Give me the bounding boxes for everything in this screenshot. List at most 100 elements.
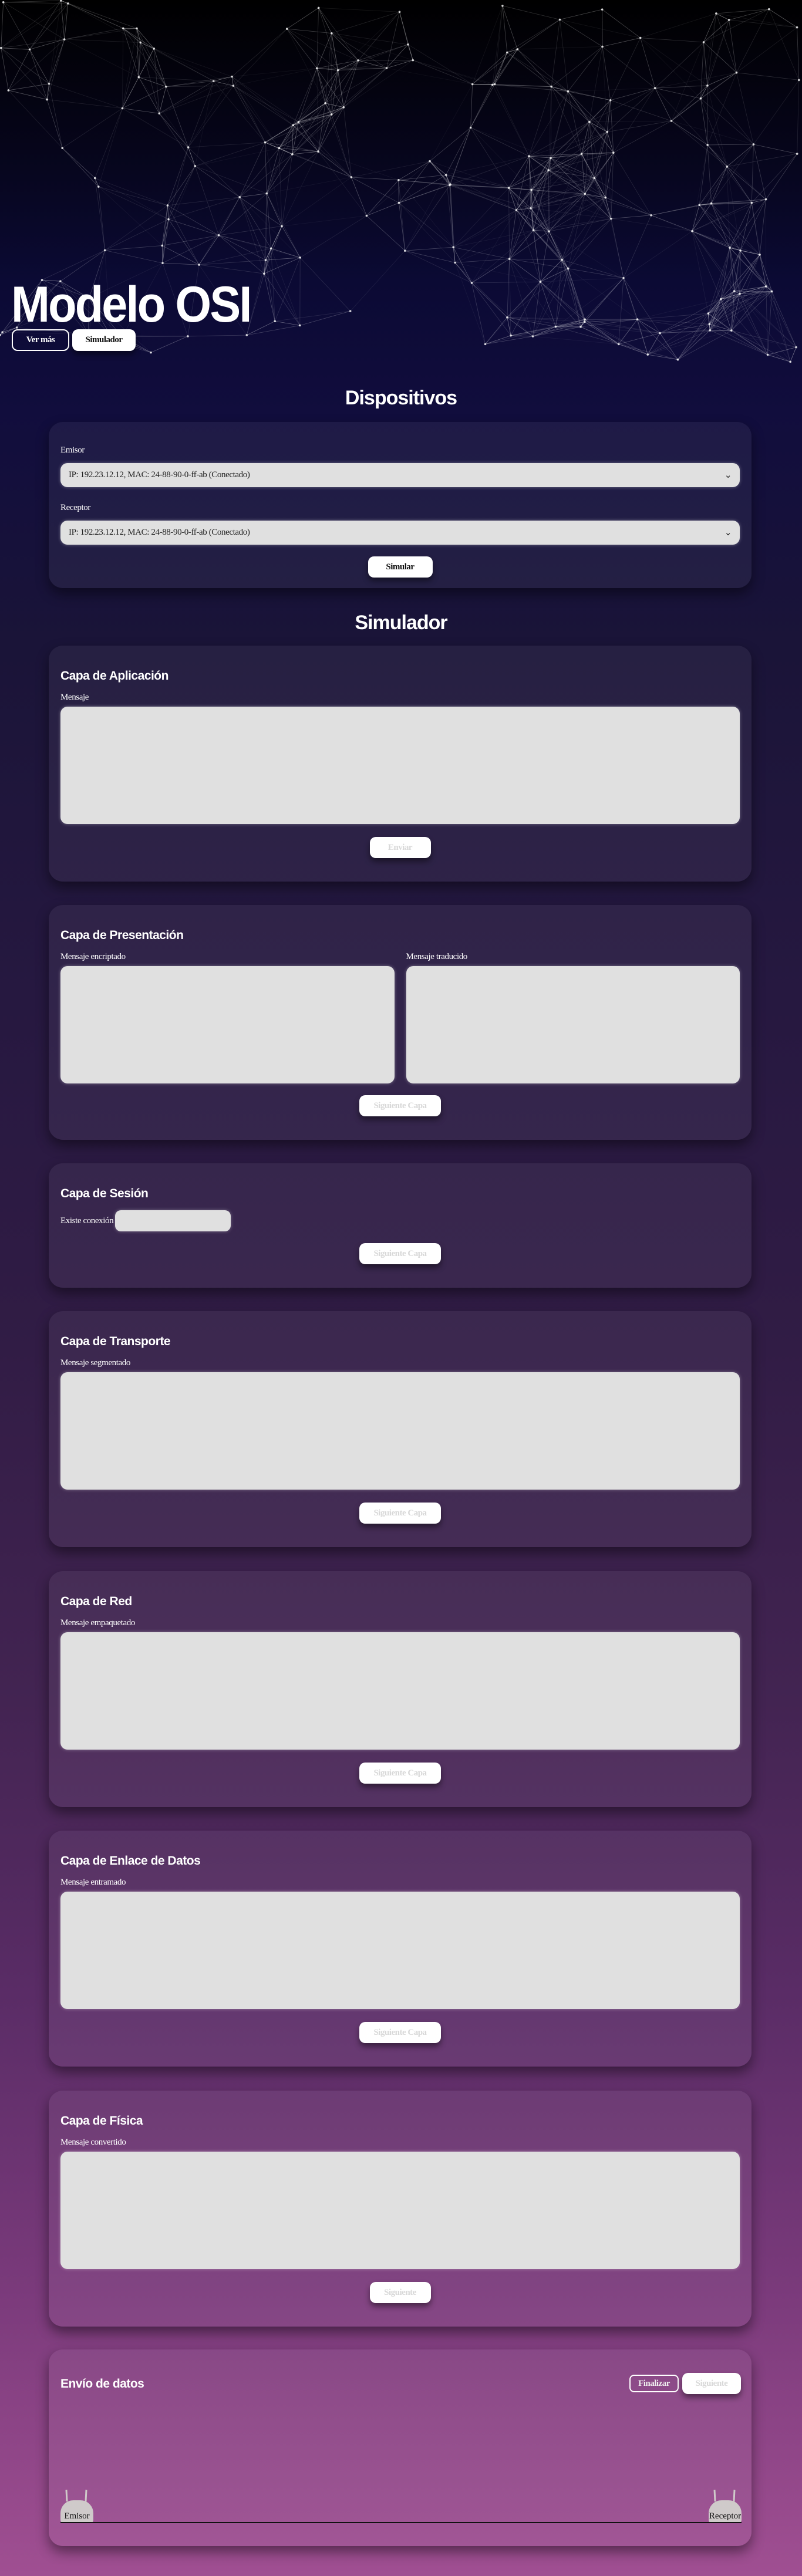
next-layer-button[interactable]: Siguiente Capa	[359, 2022, 441, 2043]
network-line	[637, 319, 710, 331]
network-line	[509, 258, 533, 337]
network-line	[568, 194, 585, 269]
network-line	[195, 166, 267, 194]
network-line	[699, 199, 766, 205]
network-line	[611, 215, 652, 220]
packaged-message-field[interactable]	[60, 1632, 740, 1750]
network-node	[584, 318, 586, 321]
network-line	[351, 177, 367, 216]
chevron-down-icon: ⌄	[724, 471, 732, 480]
network-line	[318, 114, 332, 152]
network-line	[29, 49, 49, 84]
network-node	[28, 48, 31, 51]
network-node	[691, 229, 693, 232]
network-line	[331, 114, 352, 178]
message-input[interactable]	[60, 707, 740, 824]
next-layer-button[interactable]: Siguiente Capa	[359, 1243, 441, 1264]
ver-mas-button[interactable]: Ver más	[12, 329, 69, 351]
network-node	[733, 290, 736, 292]
network-node	[766, 353, 769, 356]
emisor-select[interactable]: IP: 192.23.12.12, MAC: 24-88-90-0-ff-ab …	[60, 463, 740, 487]
network-line	[68, 3, 123, 29]
network-node	[609, 99, 612, 102]
network-line	[398, 180, 451, 185]
physical-layer-card: Capa de Física Mensaje convertido Siguie…	[49, 2091, 752, 2327]
network-node	[715, 12, 717, 15]
network-node	[720, 298, 722, 301]
network-line	[266, 148, 279, 194]
network-node	[593, 177, 596, 180]
framed-message-field[interactable]	[60, 1892, 740, 2009]
network-node	[707, 312, 710, 315]
encrypted-message-field[interactable]	[60, 966, 395, 1083]
network-line	[62, 147, 95, 178]
segmented-message-field[interactable]	[60, 1372, 740, 1490]
emisor-select-value: IP: 192.23.12.12, MAC: 24-88-90-0-ff-ab …	[69, 470, 250, 480]
network-node	[444, 174, 447, 176]
send-button[interactable]: Enviar	[369, 837, 431, 858]
simulador-nav-button[interactable]: Simulador	[72, 329, 136, 351]
network-node	[601, 8, 604, 11]
network-line	[613, 152, 652, 215]
network-line	[759, 199, 766, 255]
network-line	[797, 80, 800, 154]
next-layer-button[interactable]: Siguiente Capa	[359, 1503, 441, 1524]
converted-message-field[interactable]	[60, 2152, 740, 2269]
network-line	[233, 28, 288, 86]
network-line	[195, 142, 265, 167]
network-line	[700, 98, 754, 145]
next-button[interactable]: Siguiente	[369, 2282, 431, 2303]
connection-label: Existe conexión	[60, 1216, 114, 1225]
network-node	[580, 153, 583, 155]
network-line	[729, 19, 737, 73]
network-line	[470, 52, 508, 128]
network-node	[508, 258, 511, 260]
network-line	[195, 166, 240, 198]
next-button[interactable]: Siguiente	[682, 2373, 741, 2394]
network-line	[231, 28, 287, 77]
connection-field[interactable]	[115, 1210, 231, 1231]
network-line	[366, 180, 399, 216]
network-line	[46, 39, 65, 100]
network-line	[247, 325, 300, 336]
network-node	[796, 153, 798, 155]
network-node	[558, 18, 561, 21]
network-line	[707, 19, 730, 86]
network-node	[139, 41, 142, 44]
network-node	[397, 201, 400, 204]
network-line	[471, 281, 541, 283]
network-line	[275, 320, 300, 326]
network-node	[167, 218, 170, 221]
finish-button[interactable]: Finalizar	[629, 2375, 679, 2392]
network-node	[493, 83, 496, 86]
simular-button[interactable]: Simular	[368, 556, 433, 578]
network-node	[510, 334, 512, 337]
network-node	[491, 83, 494, 86]
network-node	[93, 177, 96, 180]
network-line	[548, 231, 624, 278]
network-line	[740, 250, 773, 292]
network-line	[550, 121, 590, 158]
network-line	[167, 205, 169, 220]
next-layer-button[interactable]: Siguiente Capa	[359, 1763, 441, 1784]
network-node	[547, 169, 550, 171]
network-line	[188, 76, 232, 148]
network-line	[343, 60, 413, 108]
network-line	[1, 48, 48, 100]
network-line	[751, 144, 754, 203]
receptor-select-value: IP: 192.23.12.12, MAC: 24-88-90-0-ff-ab …	[69, 528, 250, 537]
receptor-select[interactable]: IP: 192.23.12.12, MAC: 24-88-90-0-ff-ab …	[60, 521, 740, 545]
network-node	[548, 230, 550, 233]
network-line	[472, 84, 552, 87]
network-line	[168, 197, 240, 220]
network-line	[485, 336, 533, 345]
next-layer-button[interactable]: Siguiente Capa	[359, 1095, 441, 1116]
transfer-line	[60, 2522, 742, 2523]
translated-message-field[interactable]	[406, 966, 740, 1083]
network-line	[731, 330, 791, 362]
network-line	[49, 83, 123, 109]
network-line	[231, 76, 265, 143]
network-node	[245, 334, 248, 336]
network-line	[671, 120, 708, 146]
network-node	[212, 80, 215, 82]
